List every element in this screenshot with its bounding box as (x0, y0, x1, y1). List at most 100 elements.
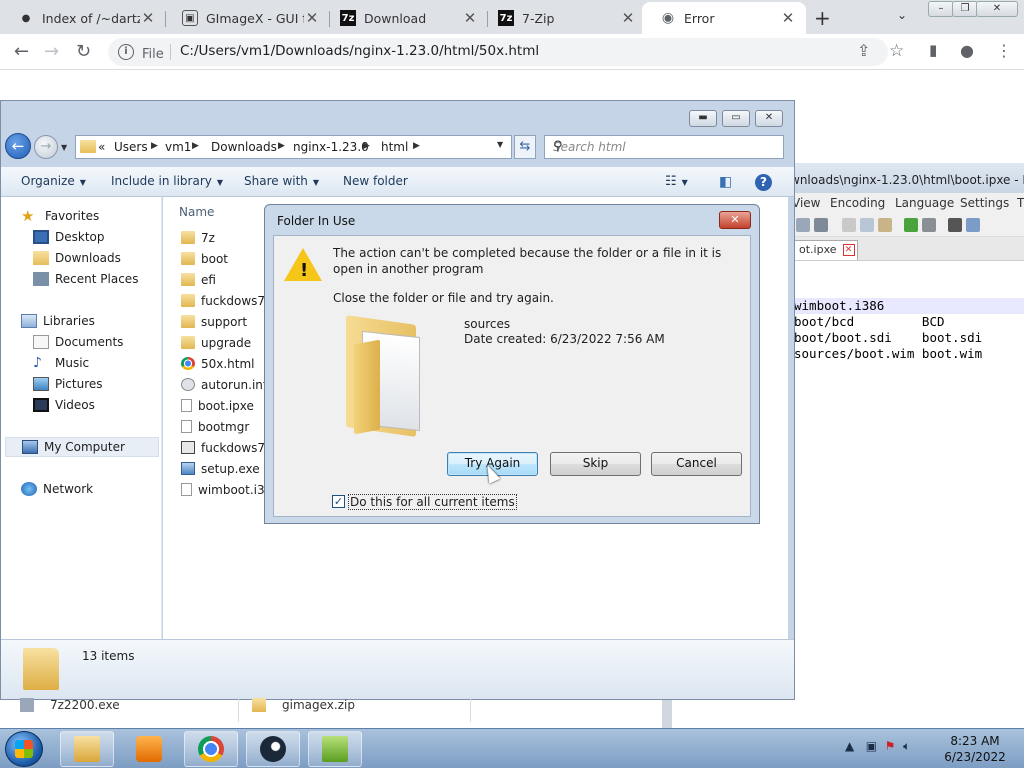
close-icon[interactable]: ✕ (140, 9, 156, 27)
column-header-name[interactable]: Name (179, 205, 214, 219)
file-item[interactable]: efi (181, 269, 216, 290)
undo-icon[interactable] (904, 218, 918, 232)
browser-tab[interactable]: ▣ GImageX - GUI fo ✕ (164, 2, 330, 34)
taskbar-media-player[interactable] (122, 731, 176, 767)
taskbar-steam[interactable] (246, 731, 300, 767)
reload-icon[interactable]: ↻ (76, 41, 91, 62)
dialog-close-button[interactable]: ✕ (719, 211, 751, 229)
forward-arrow-icon[interactable]: → (44, 41, 59, 62)
menu-kebab-icon[interactable]: ⋮ (996, 41, 1012, 60)
file-item[interactable]: support (181, 311, 247, 332)
share-icon[interactable]: ⇪ (857, 41, 870, 60)
paste-icon[interactable] (878, 218, 892, 232)
menu-view[interactable]: View (792, 196, 820, 210)
address-bar[interactable]: i File C:/Users/vm1/Downloads/nginx-1.23… (108, 38, 888, 66)
action-center-icon[interactable]: ⚑ (885, 739, 896, 753)
close-file-icon[interactable] (796, 218, 810, 232)
new-folder-button[interactable]: New folder (343, 174, 408, 188)
nav-favorites[interactable]: ★ Favorites (21, 206, 99, 226)
side-panel-icon[interactable]: ▮ (929, 41, 937, 59)
clock[interactable]: 8:23 AM 6/23/2022 (940, 733, 1010, 765)
url-text[interactable]: C:/Users/vm1/Downloads/nginx-1.23.0/html… (180, 43, 539, 59)
breadcrumb-nginx[interactable]: nginx-1.23.0 (293, 140, 369, 154)
minimize-button[interactable]: – (928, 1, 954, 17)
menu-encoding[interactable]: Encoding (830, 196, 885, 210)
back-arrow-icon[interactable]: ← (14, 41, 29, 62)
chevron-right-icon[interactable]: ▶ (192, 141, 199, 151)
share-with-button[interactable]: Share with ▼ (244, 174, 319, 188)
nav-network[interactable]: Network (21, 479, 93, 499)
file-item[interactable]: 7z (181, 227, 215, 248)
file-item[interactable]: fuckdows7.i (181, 437, 272, 458)
refresh-button[interactable]: ⇆ (514, 135, 536, 159)
breadcrumb-vm1[interactable]: vm1 (165, 140, 191, 154)
maximize-button[interactable]: ▭ (722, 110, 750, 127)
close-window-button[interactable]: ✕ (755, 110, 783, 127)
browser-tab[interactable]: 7z 7-Zip ✕ (480, 2, 646, 34)
address-breadcrumb[interactable]: « Users ▶ vm1 ▶ Downloads ▶ nginx-1.23.0… (75, 135, 512, 159)
close-icon[interactable]: ✕ (780, 9, 796, 27)
minimize-button[interactable]: ▬ (689, 110, 717, 127)
recent-pages-dropdown[interactable]: ▼ (61, 143, 67, 152)
download-item[interactable]: 7z2200.exe (20, 698, 120, 712)
chevron-right-icon[interactable]: ▶ (363, 141, 370, 151)
chevron-right-icon[interactable]: ▶ (413, 141, 420, 151)
back-button[interactable]: ← (5, 133, 31, 159)
chevron-right-icon[interactable]: ▶ (151, 141, 158, 151)
breadcrumb-overflow[interactable]: « (98, 140, 105, 154)
cut-icon[interactable] (842, 218, 856, 232)
nav-pictures[interactable]: Pictures (33, 374, 103, 394)
nav-recent-places[interactable]: Recent Places (33, 269, 138, 289)
redo-icon[interactable] (922, 218, 936, 232)
close-icon[interactable]: ✕ (304, 9, 320, 27)
bookmark-star-icon[interactable]: ☆ (889, 41, 904, 61)
preview-pane-icon[interactable]: ◧ (719, 174, 732, 190)
address-dropdown[interactable]: ▼ (497, 140, 503, 149)
apply-to-all-checkbox[interactable]: ✓ (332, 495, 345, 508)
tab-search-icon[interactable]: ⌄ (897, 8, 907, 22)
network-status-icon[interactable]: ▣ (866, 739, 877, 753)
close-icon[interactable]: ✕ (620, 9, 636, 27)
nav-videos[interactable]: Videos (33, 395, 95, 415)
browser-tab[interactable]: ● Index of /~dartz/i ✕ (0, 2, 166, 34)
file-item[interactable]: bootmgr (181, 416, 249, 437)
menu-tools[interactable]: T (1017, 196, 1024, 210)
nav-libraries[interactable]: Libraries (21, 311, 95, 331)
file-item[interactable]: boot (181, 248, 228, 269)
download-item[interactable]: gimagex.zip (252, 698, 355, 712)
search-input[interactable]: Search html ⚲ (544, 135, 784, 159)
file-item[interactable]: upgrade (181, 332, 251, 353)
new-tab-button[interactable]: + (814, 6, 831, 30)
start-button[interactable] (5, 731, 43, 767)
close-icon[interactable]: ✕ (462, 9, 478, 27)
breadcrumb-users[interactable]: Users (114, 140, 148, 154)
taskbar-chrome[interactable] (184, 731, 238, 767)
close-window-button[interactable]: ✕ (976, 1, 1018, 17)
replace-icon[interactable] (966, 218, 980, 232)
editor-text[interactable]: wimboot.i386 boot/bcd BCD boot/boot.sdi … (794, 298, 982, 362)
menu-settings[interactable]: Settings (960, 196, 1009, 210)
file-item[interactable]: wimboot.i38 (181, 479, 272, 500)
organize-button[interactable]: Organize ▼ (21, 174, 86, 188)
apply-to-all-row[interactable]: ✓ Do this for all current items (332, 493, 517, 510)
forward-button[interactable]: → (34, 135, 58, 159)
cancel-button[interactable]: Cancel (651, 452, 742, 476)
volume-icon[interactable]: 🔈︎ (903, 739, 910, 753)
restore-button[interactable]: ❐ (952, 1, 978, 17)
breadcrumb-downloads[interactable]: Downloads (211, 140, 277, 154)
search-icon[interactable]: ⚲ (553, 139, 777, 154)
file-item[interactable]: fuckdows7 (181, 290, 265, 311)
menu-language[interactable]: Language (895, 196, 954, 210)
print-icon[interactable] (814, 218, 828, 232)
apply-to-all-label[interactable]: Do this for all current items (348, 493, 517, 510)
copy-icon[interactable] (860, 218, 874, 232)
nav-music[interactable]: ♪ Music (33, 353, 89, 373)
file-item[interactable]: 50x.html (181, 353, 255, 374)
file-item[interactable]: setup.exe (181, 458, 260, 479)
document-tab[interactable]: ot.ipxe ✕ (792, 240, 858, 260)
close-icon[interactable]: ✕ (842, 244, 855, 256)
browser-tab[interactable]: 7z Download ✕ (322, 2, 488, 34)
file-item[interactable]: autorun.inf (181, 374, 267, 395)
profile-avatar-icon[interactable]: ● (960, 41, 974, 60)
taskbar-notepadpp[interactable] (308, 731, 362, 767)
